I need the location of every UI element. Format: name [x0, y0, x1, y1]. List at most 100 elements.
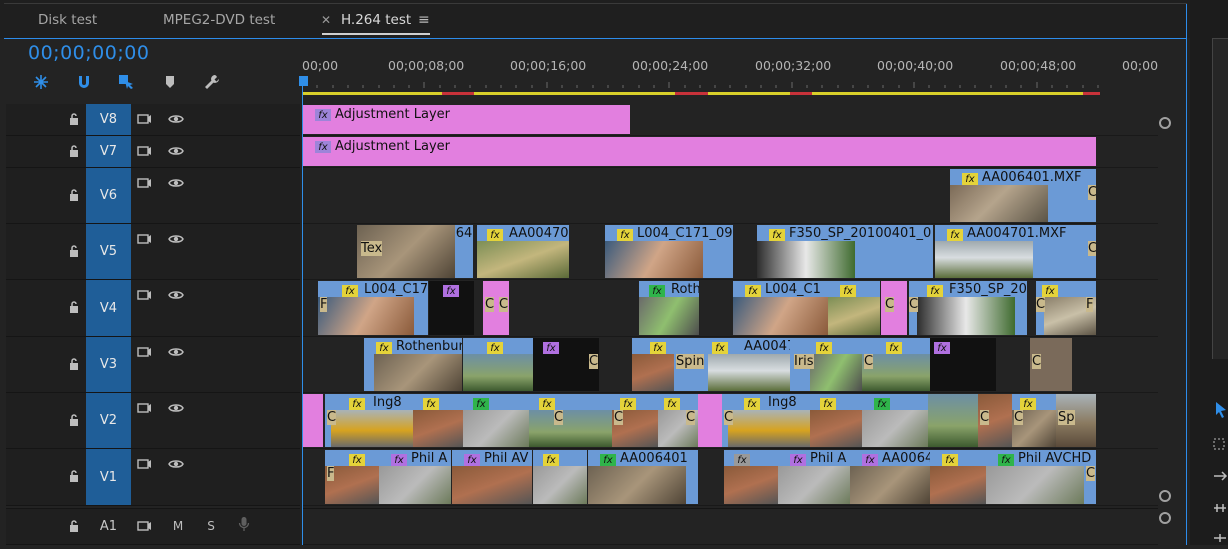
- track-select-tool-icon[interactable]: [1212, 436, 1228, 450]
- timeline-settings-wrench-icon[interactable]: [202, 72, 222, 92]
- tab-mpeg2-dvd-test[interactable]: MPEG2-DVD test: [163, 12, 275, 28]
- lock-icon[interactable]: [66, 519, 82, 533]
- tab-h264-test[interactable]: H.264 test: [341, 12, 411, 28]
- clip-video[interactable]: fx Phil A: [379, 450, 451, 504]
- clip-video[interactable]: fx: [463, 338, 533, 391]
- eye-icon[interactable]: [168, 176, 184, 190]
- close-tab-icon[interactable]: ✕: [321, 13, 331, 27]
- clip-video[interactable]: fx Ing8 C: [722, 394, 810, 447]
- clip-video[interactable]: fx Rothenbur: [364, 338, 462, 391]
- clip-video[interactable]: fx C: [658, 394, 698, 447]
- clip-adjustment-layer[interactable]: C C: [483, 281, 509, 335]
- clip-video[interactable]: fx Phil AV: [452, 450, 532, 504]
- clip-adjustment-layer[interactable]: [303, 394, 323, 447]
- clip-video[interactable]: fx L004_C1: [733, 281, 828, 335]
- clip-video[interactable]: fx C: [529, 394, 612, 447]
- clip-video[interactable]: [928, 394, 978, 447]
- mute-button[interactable]: M: [170, 519, 186, 533]
- sync-lock-icon[interactable]: [136, 519, 152, 533]
- razor-tool-icon[interactable]: [1212, 500, 1228, 514]
- clip-video[interactable]: fx: [413, 394, 463, 447]
- clip-video[interactable]: fx AA006401.MXF C: [950, 169, 1096, 222]
- clip-video[interactable]: fx AA00640 Tex: [357, 225, 473, 278]
- clip-video[interactable]: fx AA00470: [477, 225, 569, 278]
- playhead-line[interactable]: [302, 86, 303, 545]
- eye-icon[interactable]: [168, 401, 184, 415]
- lock-icon[interactable]: [66, 112, 82, 126]
- clip-video[interactable]: fx AA006401: [588, 450, 698, 504]
- audio-scroll-handle[interactable]: [1159, 512, 1171, 524]
- clip-video[interactable]: fx C: [612, 394, 658, 447]
- video-scroll-bottom-handle[interactable]: [1159, 490, 1171, 502]
- insert-overwrite-icon[interactable]: [116, 72, 136, 92]
- voiceover-mic-icon[interactable]: [236, 517, 252, 531]
- track-target-v1[interactable]: V1: [86, 449, 131, 505]
- clip-video[interactable]: fx: [828, 281, 880, 335]
- clip-video[interactable]: C: [978, 394, 1012, 447]
- slip-tool-icon[interactable]: [1212, 530, 1228, 544]
- linked-selection-icon[interactable]: [74, 72, 94, 92]
- clip-video[interactable]: fx Roth: [639, 281, 699, 335]
- sync-lock-icon[interactable]: [136, 288, 152, 302]
- playhead-handle[interactable]: [299, 76, 308, 86]
- sync-lock-icon[interactable]: [136, 345, 152, 359]
- tab-disk-test[interactable]: Disk test: [38, 12, 97, 28]
- clip-video[interactable]: fx: [862, 394, 928, 447]
- clip-video[interactable]: fx F350_SP_20100401_0: [757, 225, 933, 278]
- eye-icon[interactable]: [168, 288, 184, 302]
- clip-adjustment-layer[interactable]: C: [881, 281, 907, 335]
- track-target-v3[interactable]: V3: [86, 337, 131, 392]
- clip-video[interactable]: fx C: [1012, 394, 1056, 447]
- clip-title[interactable]: fx: [429, 281, 474, 335]
- sync-lock-icon[interactable]: [136, 144, 152, 158]
- lock-icon[interactable]: [66, 413, 82, 427]
- track-target-v6[interactable]: V6: [86, 168, 131, 223]
- lock-icon[interactable]: [66, 244, 82, 258]
- clip-video[interactable]: fx fx AA0047 Spin: [632, 338, 790, 391]
- add-marker-icon[interactable]: [160, 72, 180, 92]
- video-scroll-top-handle[interactable]: [1159, 117, 1171, 129]
- clip-video[interactable]: fx C: [862, 338, 930, 391]
- track-target-v2[interactable]: V2: [86, 393, 131, 448]
- track-target-v4[interactable]: V4: [86, 280, 131, 336]
- clip-video[interactable]: Sp: [1056, 394, 1096, 447]
- clip-video[interactable]: fx L004_C171_09: [605, 225, 733, 278]
- solo-button[interactable]: S: [203, 519, 219, 533]
- clip-video[interactable]: C: [1030, 338, 1072, 391]
- clip-video[interactable]: fx: [930, 450, 986, 504]
- lock-icon[interactable]: [66, 188, 82, 202]
- clip-title[interactable]: fx C: [533, 338, 599, 391]
- clip-video[interactable]: fx F: [325, 450, 379, 504]
- track-target-v8[interactable]: V8: [86, 104, 131, 135]
- clip-video[interactable]: fx: [724, 450, 778, 504]
- track-target-v5[interactable]: V5: [86, 224, 131, 279]
- clip-video[interactable]: fx: [463, 394, 529, 447]
- clip-video[interactable]: fx Phil AVCHD C: [986, 450, 1096, 504]
- clip-adjustment-layer[interactable]: fx Adjustment Layer: [303, 105, 630, 134]
- clip-video[interactable]: fx AA004701.MXF C: [935, 225, 1096, 278]
- clip-video[interactable]: fx L004_C17 F: [318, 281, 428, 335]
- clip-video[interactable]: fx F350_SP_20 C: [909, 281, 1027, 335]
- time-ruler[interactable]: 00;00 00;00;08;00 00;00;16;00 00;00;24;0…: [302, 38, 1162, 98]
- clip-video[interactable]: fx C F: [1036, 281, 1096, 335]
- eye-icon[interactable]: [168, 144, 184, 158]
- clip-video[interactable]: fx Iris: [790, 338, 862, 391]
- panel-menu-icon[interactable]: ≡: [418, 12, 430, 28]
- clip-video[interactable]: fx: [533, 450, 587, 504]
- playhead-timecode[interactable]: 00;00;00;00: [28, 42, 149, 64]
- ripple-edit-tool-icon[interactable]: [1212, 468, 1228, 482]
- sync-lock-icon[interactable]: [136, 176, 152, 190]
- track-target-v7[interactable]: V7: [86, 136, 131, 167]
- eye-icon[interactable]: [168, 457, 184, 471]
- clip-video[interactable]: fx Ing8 C: [325, 394, 413, 447]
- lock-icon[interactable]: [66, 357, 82, 371]
- lock-icon[interactable]: [66, 469, 82, 483]
- eye-icon[interactable]: [168, 232, 184, 246]
- lock-icon[interactable]: [66, 300, 82, 314]
- snap-icon[interactable]: [31, 72, 51, 92]
- lock-icon[interactable]: [66, 144, 82, 158]
- eye-icon[interactable]: [168, 345, 184, 359]
- clip-title[interactable]: fx: [930, 338, 996, 391]
- selection-tool-icon[interactable]: [1214, 400, 1228, 420]
- sync-lock-icon[interactable]: [136, 112, 152, 126]
